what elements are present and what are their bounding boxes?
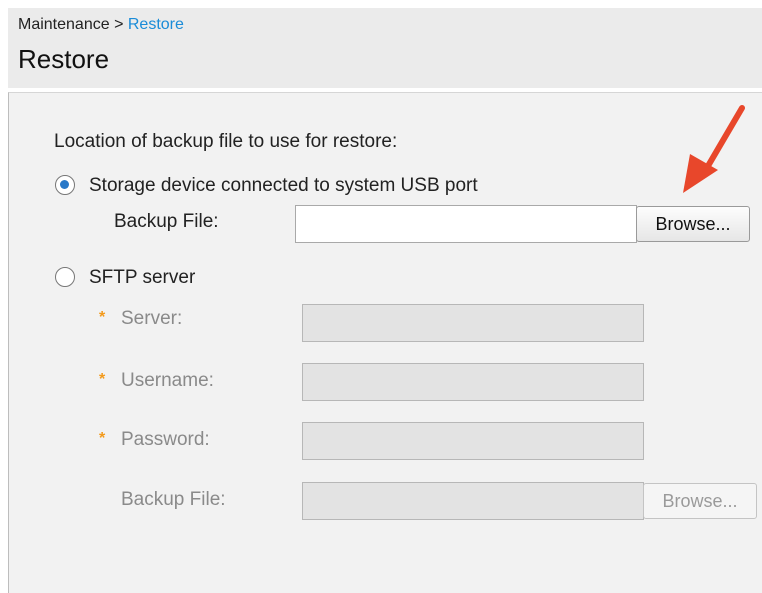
- annotation-arrow-icon: [683, 105, 745, 193]
- arrow-shaft: [705, 105, 745, 169]
